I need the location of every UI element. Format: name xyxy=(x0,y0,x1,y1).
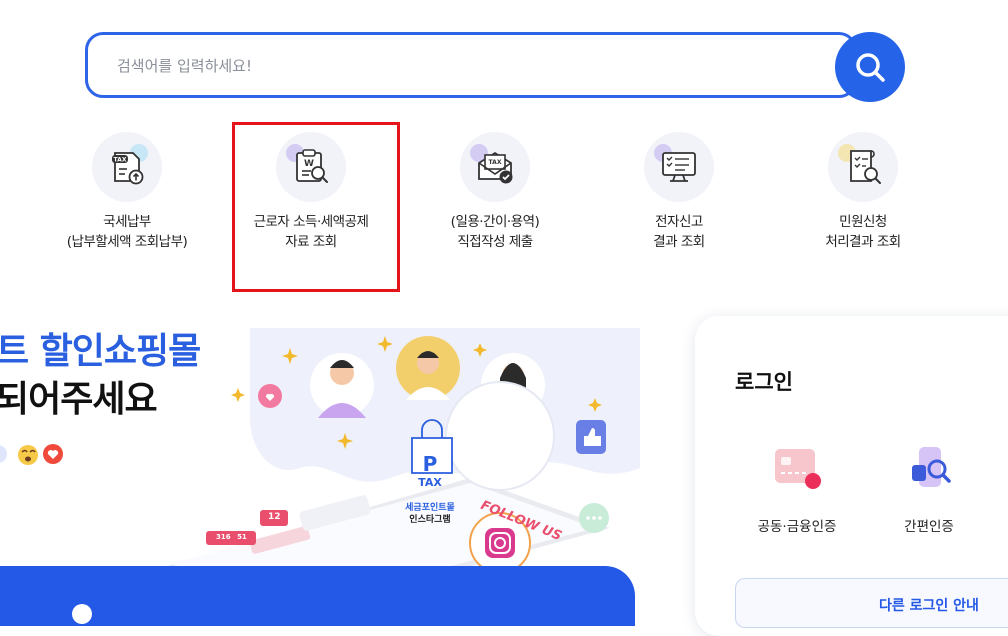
banner-title-line2: 되어주세요 xyxy=(0,379,158,420)
certificate-card-icon xyxy=(775,449,821,489)
follower-counter: 12 xyxy=(268,512,281,522)
tax-payment-icon: TAX xyxy=(112,152,144,185)
badge-caption2: 인스타그램 xyxy=(409,515,451,525)
other-login-guide-button[interactable]: 다른 로그인 안내 xyxy=(735,578,1008,628)
stats-counter: 316 51 xyxy=(216,533,247,541)
login-option-simple-auth[interactable]: 간편인증 xyxy=(869,441,989,535)
badge-letter: P xyxy=(422,452,438,476)
quick-menu-e-filing-result[interactable]: 전자신고 결과 조회 xyxy=(587,132,771,252)
banner-emoji-icons xyxy=(0,444,63,465)
search-icon xyxy=(856,53,885,82)
search-bar xyxy=(85,32,857,98)
quick-menu-civil-request[interactable]: 민원신청 처리결과 조회 xyxy=(771,132,955,252)
search-input[interactable] xyxy=(115,35,799,97)
banner-bottom-bar xyxy=(0,566,635,626)
badge-tax-label: TAX xyxy=(418,476,442,489)
slide-indicator-icon xyxy=(72,604,92,624)
search-button[interactable] xyxy=(835,32,905,102)
quick-menu-tax-payment[interactable]: TAX 국세납부 (납부할세액 조회납부) xyxy=(35,132,219,252)
quick-menu-direct-submit[interactable]: TAX (일용·간이·용역) 직접작성 제출 xyxy=(403,132,587,252)
simple-auth-icon xyxy=(912,447,951,487)
login-panel: 로그인 공동·금융인증 간편인증 다른 로그인 안내 xyxy=(695,316,1008,636)
highlight-annotation-box xyxy=(232,122,400,292)
e-filing-result-icon xyxy=(662,152,696,182)
svg-text:TAX: TAX xyxy=(489,159,502,166)
svg-text:TAX: TAX xyxy=(114,157,127,164)
civil-request-icon xyxy=(850,150,881,184)
tax-mail-icon: TAX xyxy=(478,151,513,184)
login-title: 로그인 xyxy=(735,370,793,394)
login-option-certificate[interactable]: 공동·금융인증 xyxy=(737,441,857,535)
